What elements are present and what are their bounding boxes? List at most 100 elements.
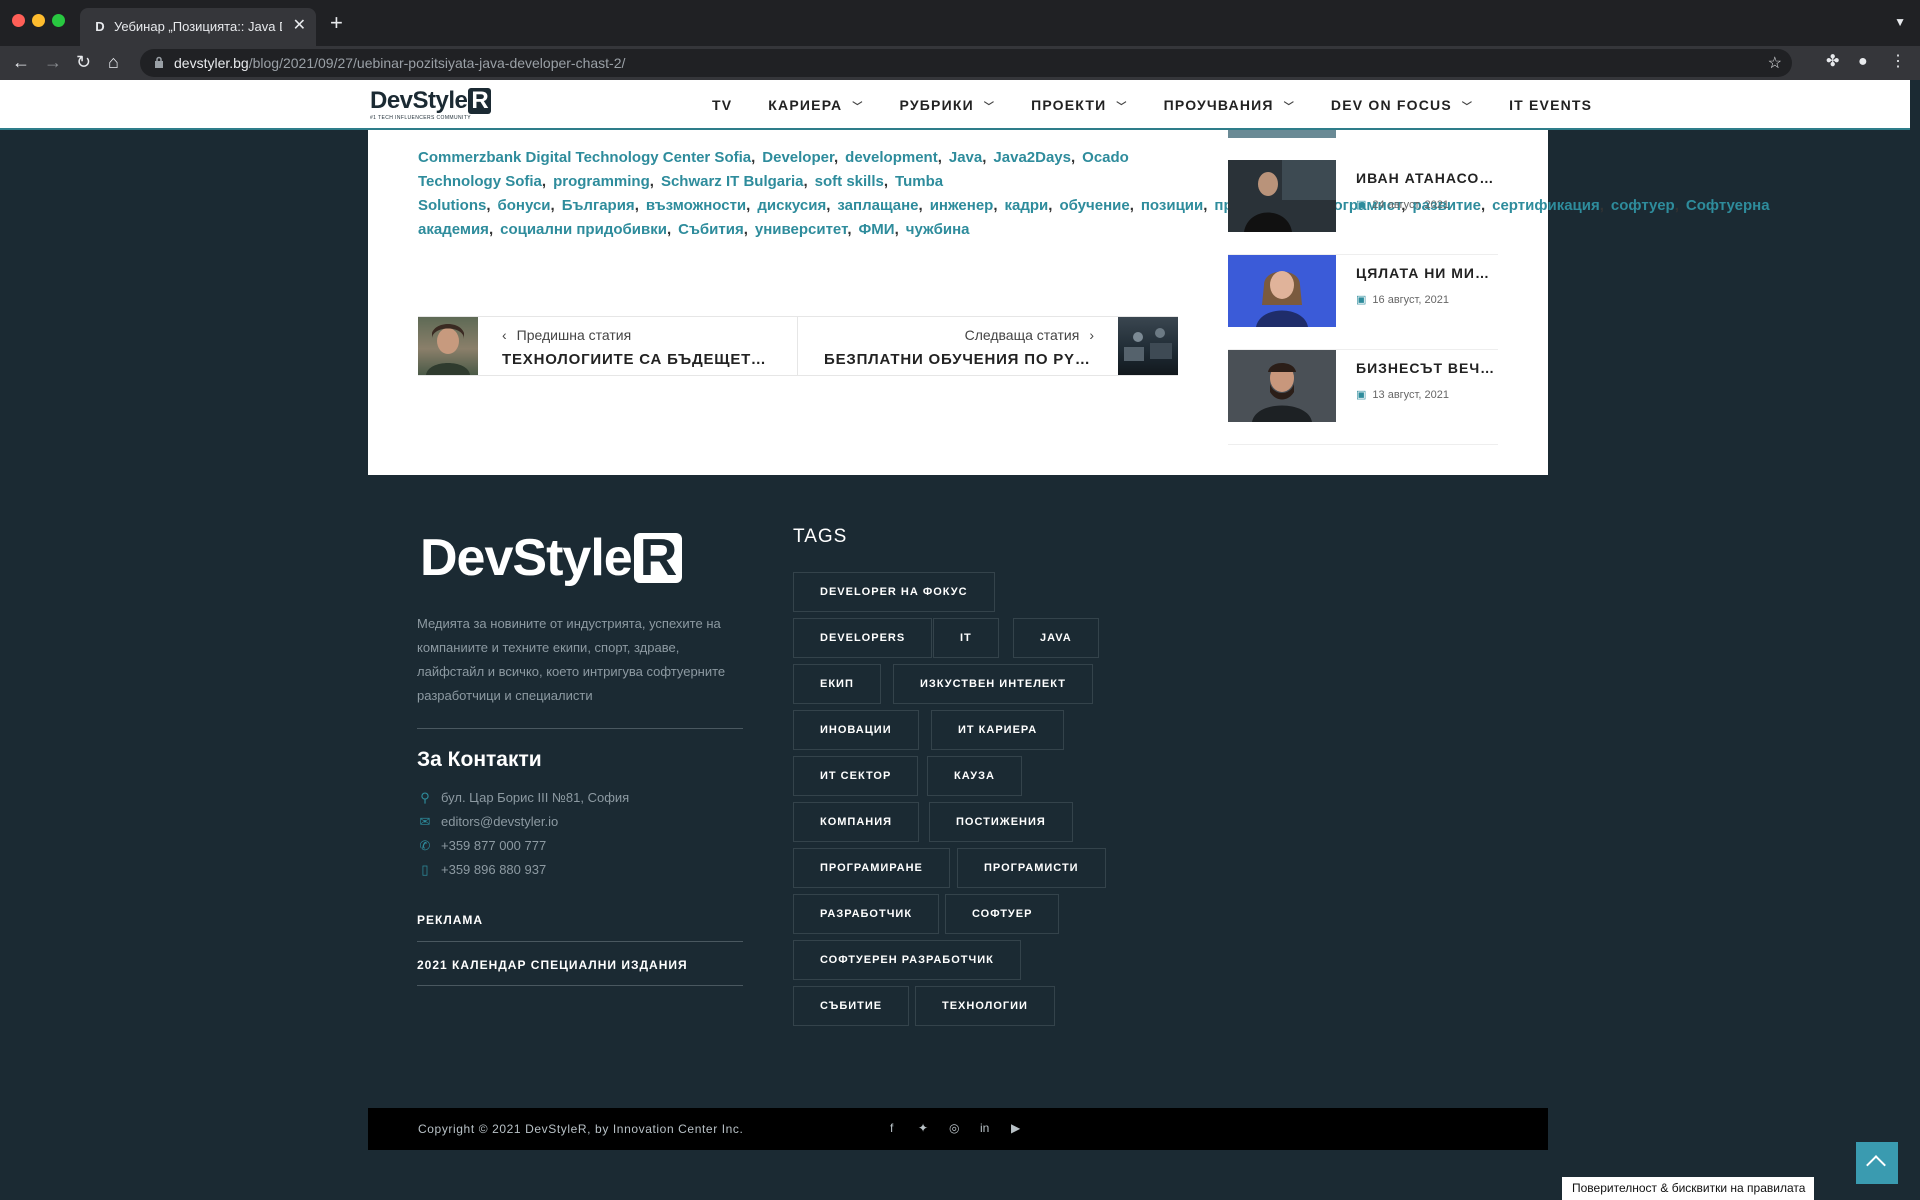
article-tag-link[interactable]: чужбина: [906, 221, 970, 238]
article-tag-link[interactable]: soft skills: [815, 173, 884, 190]
twitter-icon[interactable]: ✦: [918, 1121, 928, 1135]
nav-item-prouchvania[interactable]: ПРОУЧВАНИЯ ﹀: [1164, 97, 1295, 113]
profile-icon[interactable]: ●: [1858, 52, 1868, 72]
footer-tag-button[interactable]: ПОСТИЖЕНИЯ: [929, 802, 1073, 842]
youtube-icon[interactable]: ▶: [1011, 1121, 1020, 1135]
maximize-window-button[interactable]: [52, 14, 65, 27]
footer-tag-button[interactable]: ЕКИП: [793, 664, 881, 704]
nav-item-tv[interactable]: TV: [712, 97, 732, 113]
footer-tag-button[interactable]: ПРОГРАМИСТИ: [957, 848, 1106, 888]
article-tag-link[interactable]: бонуси: [498, 197, 551, 214]
sidebar-post[interactable]: ЦЯЛАТА НИ МИСИЯ... ▣ 16 август, 2021: [1228, 255, 1498, 350]
sidebar-post[interactable]: ИВАН АТАНАСОВ П... ▣ 24 август, 2021: [1228, 160, 1498, 255]
footer-link-calendar[interactable]: 2021 КАЛЕНДАР СПЕЦИАЛНИ ИЗДАНИЯ: [417, 958, 688, 972]
instagram-icon[interactable]: ◎: [949, 1121, 959, 1135]
footer-tag-button[interactable]: IT: [933, 618, 999, 658]
footer-tag-button[interactable]: DEVELOPERS: [793, 618, 933, 658]
sidebar-post[interactable]: БИЗНЕСЪТ ВЕЧЕ С... ▣ 13 август, 2021: [1228, 350, 1498, 445]
browser-menu-icon[interactable]: ⋮: [1890, 52, 1906, 72]
calendar-icon: ▣: [1356, 389, 1367, 401]
article-tag-link[interactable]: Java2Days: [993, 149, 1071, 166]
footer-tag-button[interactable]: СЪБИТИЕ: [793, 986, 910, 1026]
footer-tag-button[interactable]: ИЗКУСТВЕН ИНТЕЛЕКТ: [893, 664, 1093, 704]
tab-close-icon[interactable]: ✕: [293, 17, 306, 35]
facebook-icon[interactable]: f: [890, 1121, 893, 1135]
article-tag-link[interactable]: софтуер: [1611, 197, 1675, 214]
footer-tag-button[interactable]: ИНОВАЦИИ: [793, 710, 919, 750]
new-tab-icon[interactable]: +: [330, 11, 343, 35]
article-tag-link[interactable]: development: [845, 149, 938, 166]
next-article-title: БЕЗПЛАТНИ ОБУЧЕНИЯ ПО PYTHO...: [824, 351, 1094, 368]
footer-tag-button[interactable]: СОФТУЕРЕН РАЗРАБОТЧИК: [793, 940, 1021, 980]
article-tag-link[interactable]: Събития: [678, 221, 744, 238]
home-icon[interactable]: ⌂: [108, 52, 119, 72]
previous-article-title: ТЕХНОЛОГИИТЕ СА БЪДЕЩЕТО. П...: [502, 351, 772, 368]
tag-separator: ,: [488, 221, 494, 238]
phone-icon: ✆: [419, 838, 431, 853]
article-tag-link[interactable]: Java: [949, 149, 982, 166]
previous-article-thumbnail: [418, 317, 478, 375]
article-tag-link[interactable]: ФМИ: [858, 221, 894, 238]
nav-item-rubriki[interactable]: РУБРИКИ ﹀: [900, 97, 996, 113]
article-tag-link[interactable]: Commerzbank Digital Technology Center So…: [418, 149, 751, 166]
sidebar-recent-posts: ИВАН АТАНАСОВ П... ▣ 24 август, 2021 ЦЯЛА…: [1228, 160, 1498, 445]
footer-tag-button[interactable]: JAVA: [1013, 618, 1099, 658]
article-tag-link[interactable]: programming: [553, 173, 650, 190]
url-path: /blog/2021/09/27/uebinar-pozitsiyata-jav…: [248, 55, 626, 71]
privacy-cookies-link[interactable]: Поверителност & бисквитки на правилата: [1562, 1177, 1814, 1200]
article-tag-link[interactable]: социални придобивки: [500, 221, 667, 238]
prev-label-text: Предишна статия: [516, 327, 632, 343]
article-tag-link[interactable]: дискусия: [757, 197, 826, 214]
minimize-window-button[interactable]: [32, 14, 45, 27]
article-tag-link[interactable]: обучение: [1059, 197, 1129, 214]
footer-tag-button[interactable]: ИТ СЕКТОР: [793, 756, 919, 796]
close-window-button[interactable]: [12, 14, 25, 27]
extensions-icon[interactable]: ✤: [1826, 52, 1839, 72]
article-tag-link[interactable]: България: [562, 197, 635, 214]
footer-tag-button[interactable]: КОМПАНИЯ: [793, 802, 920, 842]
forward-icon[interactable]: →: [44, 52, 62, 72]
article-tag-link[interactable]: позиции: [1141, 197, 1203, 214]
tab-menu-icon[interactable]: ▼: [1894, 15, 1906, 29]
footer-tag-button[interactable]: КАУЗА: [927, 756, 1022, 796]
back-icon[interactable]: ←: [12, 52, 30, 72]
bookmark-star-icon[interactable]: ☆: [1768, 53, 1782, 73]
previous-article-link[interactable]: ‹ Предишна статия ТЕХНОЛОГИИТЕ СА БЪДЕЩЕТ…: [418, 317, 798, 375]
site-logo[interactable]: DevStyle R #1 TECH INFLUENCERS COMMUNITY: [370, 88, 492, 121]
logo-subtitle: #1 TECH INFLUENCERS COMMUNITY: [370, 115, 471, 121]
nav-item-kariera[interactable]: КАРИЕРА ﹀: [768, 97, 863, 113]
article-tag-link[interactable]: инженер: [930, 197, 994, 214]
next-article-link[interactable]: Следваща статия › БЕЗПЛАТНИ ОБУЧЕНИЯ ПО P…: [798, 317, 1178, 375]
divider: [417, 985, 743, 986]
nav-item-it-events[interactable]: IT EVENTS: [1509, 97, 1592, 113]
url-domain: devstyler.bg: [174, 55, 249, 71]
nav-item-proekti[interactable]: ПРОЕКТИ ﹀: [1031, 97, 1128, 113]
article-tag-link[interactable]: университет: [755, 221, 847, 238]
tag-separator: ,: [918, 197, 923, 214]
footer-tag-button[interactable]: СОФТУЕР: [945, 894, 1060, 934]
article-tag-link[interactable]: заплащане: [837, 197, 918, 214]
browser-tab[interactable]: D Уебинар „Позицията:: Java Dev ✕: [80, 8, 316, 46]
chevron-left-icon: ‹: [502, 327, 507, 343]
footer-tag-button[interactable]: ИТ КАРИЕРА: [931, 710, 1065, 750]
footer-logo[interactable]: DevStyle R: [420, 530, 683, 586]
article-tag-link[interactable]: възможности: [646, 197, 746, 214]
contact-address: ⚲ бул. Цар Борис III №81, София: [417, 790, 629, 806]
footer-link-reklama[interactable]: РЕКЛАМА: [417, 913, 483, 927]
tag-separator: ,: [803, 173, 808, 190]
nav-item-dev-on-focus[interactable]: DEV ON FOCUS ﹀: [1331, 97, 1473, 113]
reload-icon[interactable]: ↻: [76, 52, 91, 72]
article-tag-link[interactable]: Schwarz IT Bulgaria: [661, 173, 804, 190]
footer-tag-button[interactable]: РАЗРАБОТЧИК: [793, 894, 940, 934]
article-tag-link[interactable]: кадри: [1005, 197, 1049, 214]
footer-tag-button[interactable]: ТЕХНОЛОГИИ: [915, 986, 1055, 1026]
page-scrollbar[interactable]: [1910, 80, 1920, 1200]
footer-tag-button[interactable]: DEVELOPER НА ФОКУС: [793, 572, 995, 612]
address-bar[interactable]: devstyler.bg/blog/2021/09/27/uebinar-poz…: [140, 49, 1792, 77]
article-tag-link[interactable]: сертификация: [1492, 197, 1600, 214]
article-tag-link[interactable]: Developer: [762, 149, 834, 166]
contact-email[interactable]: ✉ editors@devstyler.io: [417, 814, 559, 830]
footer-tag-button[interactable]: ПРОГРАМИРАНЕ: [793, 848, 950, 888]
linkedin-icon[interactable]: in: [980, 1121, 989, 1135]
back-to-top-button[interactable]: [1856, 1142, 1898, 1184]
